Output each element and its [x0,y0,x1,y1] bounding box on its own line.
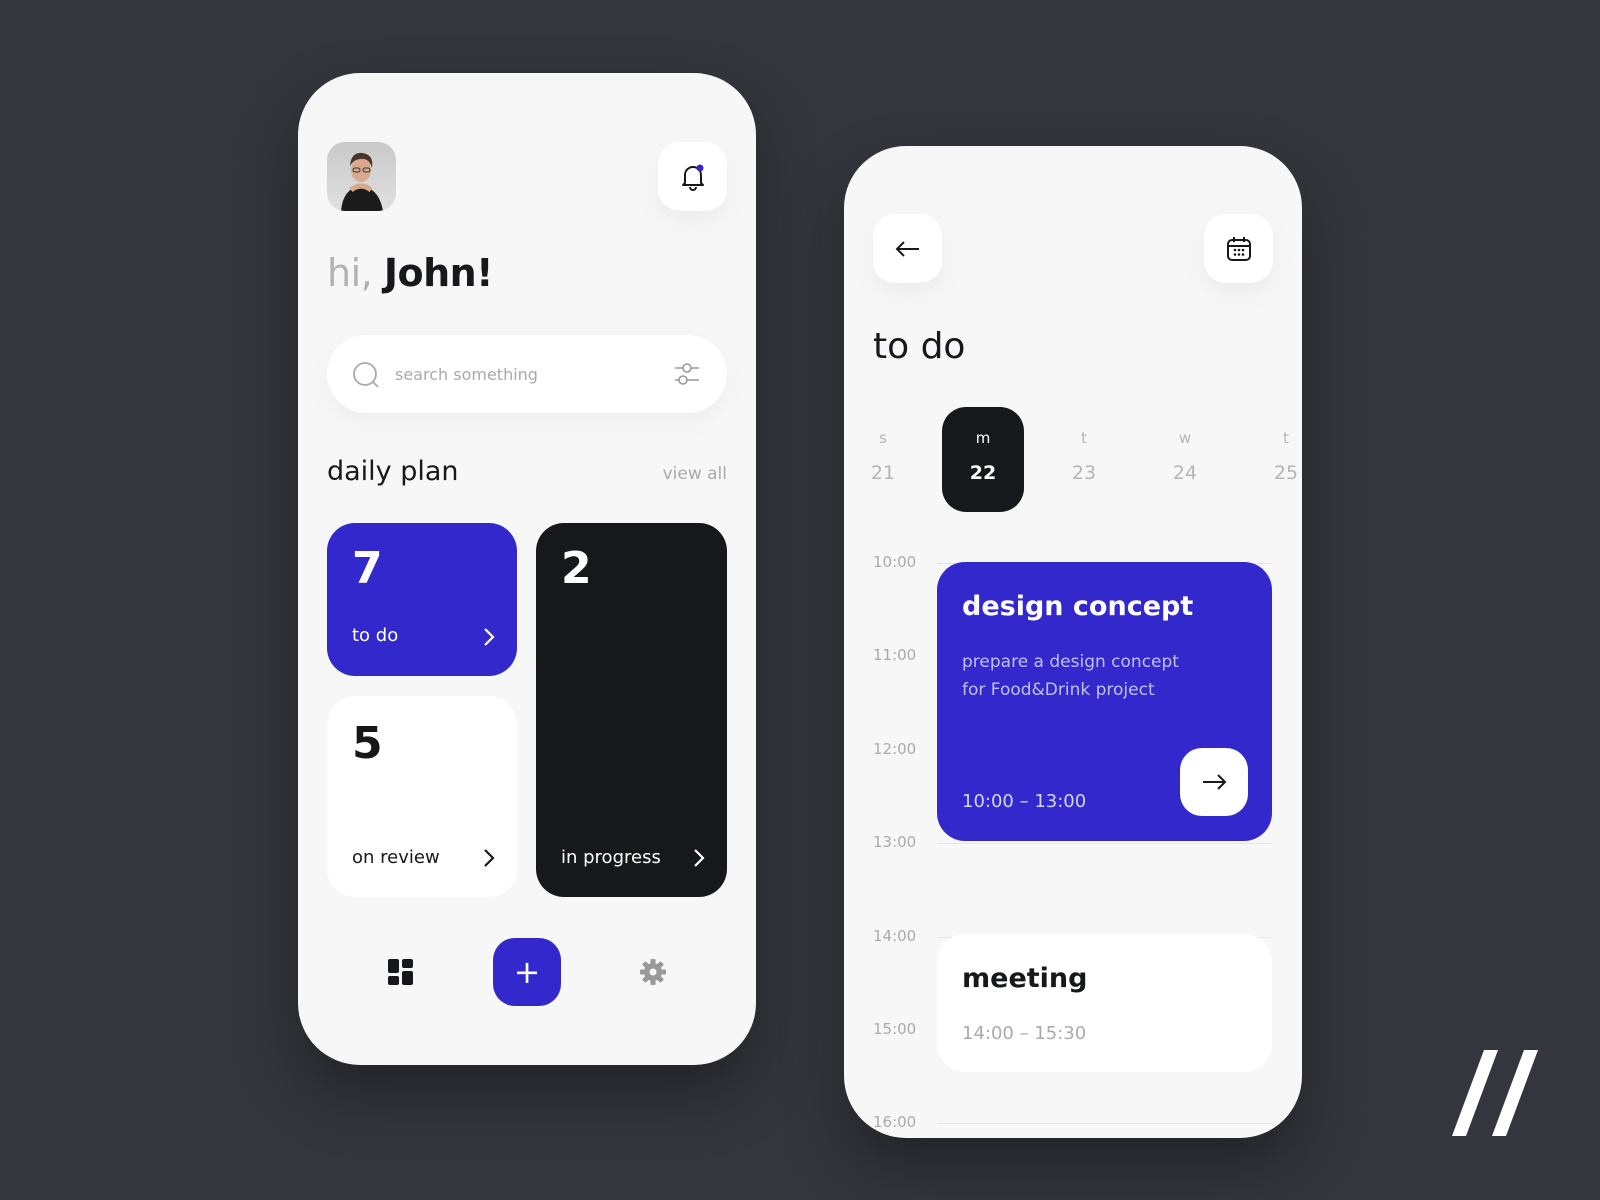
view-all-link[interactable]: view all [663,464,727,484]
gear-icon[interactable] [640,959,666,985]
time-label: 14:00 [873,927,917,945]
review-label: on review [352,847,440,868]
event-title: design concept [962,591,1194,622]
todo-screen: to do s 21 m 22 t 23 w 24 t 25 10:00 11:00 12… [844,146,1302,1138]
time-label: 13:00 [873,833,917,851]
event-design-concept[interactable]: design concept prepare a design concept … [937,562,1272,841]
bell-icon [681,164,704,191]
section-title: daily plan [327,456,459,487]
time-label: 16:00 [873,1113,917,1131]
search-icon [353,362,379,388]
todo-label: to do [352,625,399,646]
day-sunday[interactable]: s 21 [844,407,924,512]
review-count: 5 [352,718,383,769]
day-tuesday[interactable]: t 23 [1043,407,1125,512]
time-label: 11:00 [873,646,917,664]
day-letter: w [1178,429,1192,447]
greeting-prefix: hi, [327,251,373,295]
in-progress-card[interactable]: 2 in progress [536,523,727,897]
progress-count: 2 [561,543,592,594]
todo-count: 7 [352,543,383,594]
event-time: 14:00 – 15:30 [962,1023,1087,1044]
day-date: 23 [1071,462,1097,484]
notification-dot [696,164,703,171]
time-label: 10:00 [873,553,917,571]
event-title: meeting [962,963,1088,994]
page-title: to do [873,326,966,367]
avatar-photo [341,152,383,211]
back-button[interactable] [873,214,942,283]
day-letter: m [975,429,991,447]
todo-card[interactable]: 7 to do [327,523,517,676]
day-wednesday[interactable]: w 24 [1144,407,1226,512]
progress-label: in progress [561,847,661,868]
brand-logo [1452,1050,1538,1136]
calendar-button[interactable] [1204,214,1273,283]
search-bar [327,335,727,413]
arrow-right-icon [1203,774,1227,790]
event-description: prepare a design concept [962,652,1179,672]
calendar-icon [1226,236,1251,261]
day-date: 24 [1172,462,1198,484]
chevron-right-icon [484,628,495,646]
add-task-button[interactable]: + [493,938,561,1006]
event-meeting[interactable]: meeting 14:00 – 15:30 [937,934,1272,1072]
time-label: 12:00 [873,740,917,758]
notifications-button[interactable] [658,142,727,211]
day-date: 25 [1273,462,1299,484]
hour-line [937,843,1272,844]
day-letter: t [1283,429,1289,447]
chevron-right-icon [484,849,495,867]
on-review-card[interactable]: 5 on review [327,696,517,897]
chevron-right-icon [694,849,705,867]
search-input[interactable] [395,359,655,389]
event-time: 10:00 – 13:00 [962,791,1087,812]
day-date: 22 [969,462,997,484]
hour-line [937,1123,1272,1124]
day-monday-selected[interactable]: m 22 [942,407,1024,512]
time-label: 15:00 [873,1020,917,1038]
open-event-button[interactable] [1180,748,1248,816]
avatar[interactable] [327,142,396,211]
arrow-left-icon [895,240,919,257]
event-description: for Food&Drink project [962,680,1155,700]
day-letter: t [1081,429,1087,447]
greeting-name: John! [383,251,494,295]
greeting: hi, John! [327,251,494,295]
day-thursday[interactable]: t 25 [1245,407,1302,512]
plus-icon: + [513,953,541,991]
day-date: 21 [870,462,896,484]
day-letter: s [879,429,887,447]
filter-icon[interactable] [673,360,701,388]
home-screen: hi, John! daily plan view all 7 to do 5 … [298,73,756,1065]
grid-icon[interactable] [388,959,414,985]
